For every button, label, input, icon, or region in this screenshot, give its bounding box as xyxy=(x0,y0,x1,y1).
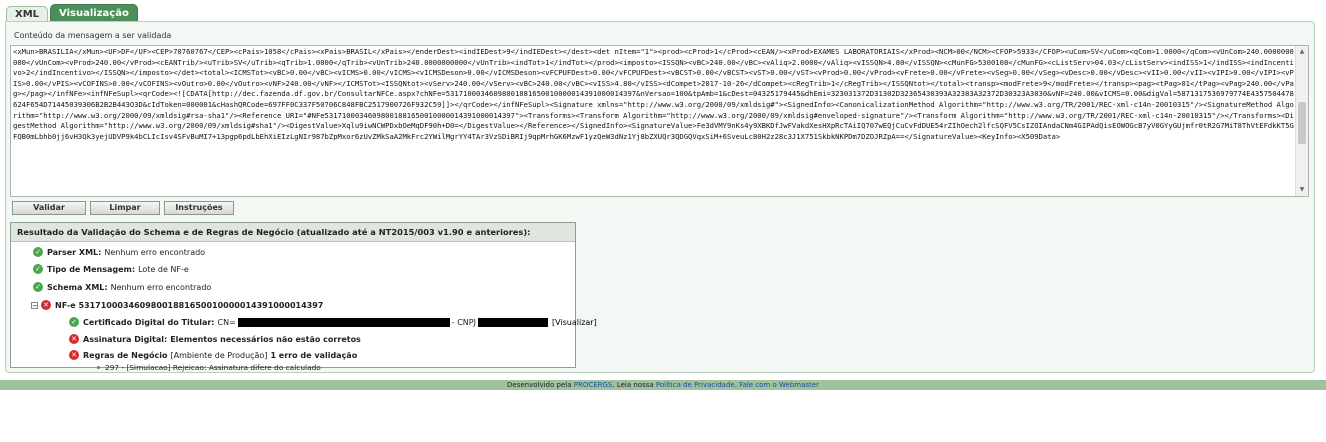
limpar-button[interactable]: Limpar xyxy=(90,201,160,215)
cert-row: ✓ Certificado Digital do Titular: CN= - … xyxy=(69,317,597,327)
x-circle-icon: ✕ xyxy=(41,300,51,310)
footer-dot: . xyxy=(734,381,737,389)
check-circle-icon: ✓ xyxy=(69,317,79,327)
redacted-cnpj xyxy=(477,317,548,327)
x-circle-icon: ✕ xyxy=(69,350,79,360)
schema-value: Nenhum erro encontrado xyxy=(110,282,212,292)
rejeicao-row: 297 - [Simulacao] Rejeicao: Assinatura d… xyxy=(97,363,321,372)
visualizar-link[interactable]: [Visualizar] xyxy=(552,318,597,327)
rejeicao-text: 297 - [Simulacao] Rejeicao: Assinatura d… xyxy=(105,363,321,372)
parser-row: ✓ Parser XML: Nenhum erro encontrado xyxy=(33,247,205,257)
tab-visualizacao[interactable]: Visualização xyxy=(50,4,138,22)
check-circle-icon: ✓ xyxy=(33,282,43,292)
parser-label: Parser XML: xyxy=(47,247,102,257)
check-circle-icon: ✓ xyxy=(33,247,43,257)
cert-label: Certificado Digital do Titular: xyxy=(83,317,215,327)
regras-row: ✕ Regras de Negócio [Ambiente de Produçã… xyxy=(69,350,360,360)
regras-count: 1 erro de validação xyxy=(270,350,358,360)
cert-cn: CN= xyxy=(217,317,236,327)
parser-value: Nenhum erro encontrado xyxy=(104,247,206,257)
footer: Desenvolvido pela PROCERGS. Leia nossa P… xyxy=(0,380,1326,390)
cert-cnpj: - CNPJ xyxy=(451,317,476,327)
x-circle-icon: ✕ xyxy=(69,334,79,344)
instrucoes-button[interactable]: Instruções xyxy=(164,201,234,215)
scroll-down-arrow-icon[interactable]: ▼ xyxy=(1296,184,1308,196)
nfe-row: − ✕ NF-e 5317100034609800188165001000001… xyxy=(31,300,326,310)
tipo-label: Tipo de Mensagem: xyxy=(47,264,136,274)
assinatura-row: ✕ Assinatura Digital: Elementos necessár… xyxy=(69,334,364,344)
assinatura-value: Elementos necessários não estão corretos xyxy=(170,334,361,344)
bullet-icon xyxy=(97,366,100,369)
xml-scrollbar[interactable]: ▲ ▼ xyxy=(1295,46,1308,196)
validation-result-box: Resultado da Validação do Schema e de Re… xyxy=(10,222,597,372)
footer-prefix: Desenvolvido pela xyxy=(507,381,572,389)
tree-collapse-icon[interactable]: − xyxy=(31,301,38,309)
main-panel: Conteúdo da mensagem a ser validada <xMu… xyxy=(5,21,1315,373)
assinatura-label: Assinatura Digital: xyxy=(83,334,168,344)
scroll-thumb[interactable] xyxy=(1298,102,1306,144)
schema-label: Schema XML: xyxy=(47,282,108,292)
webmaster-link[interactable]: Fale com o Webmaster xyxy=(739,381,819,389)
result-title: Resultado da Validação do Schema e de Re… xyxy=(11,223,575,242)
validar-button[interactable]: Validar xyxy=(12,201,86,215)
xml-content[interactable]: <xMun>BRASILIA</xMun><UF>DF</UF><CEP>707… xyxy=(13,47,1296,142)
regras-label: Regras de Negócio xyxy=(83,350,168,360)
content-label: Conteúdo da mensagem a ser validada xyxy=(14,31,172,40)
footer-middle: . Leia nossa xyxy=(612,381,654,389)
redacted-cn xyxy=(237,317,450,327)
check-circle-icon: ✓ xyxy=(33,264,43,274)
nfe-label: NF-e 53171000346098001881650010000014391… xyxy=(55,300,324,310)
privacy-link[interactable]: Política de Privacidade xyxy=(656,381,735,389)
tipo-row: ✓ Tipo de Mensagem: Lote de NF-e xyxy=(33,264,189,274)
tab-xml[interactable]: XML xyxy=(6,6,49,22)
schema-row: ✓ Schema XML: Nenhum erro encontrado xyxy=(33,282,211,292)
xml-textarea[interactable]: <xMun>BRASILIA</xMun><UF>DF</UF><CEP>707… xyxy=(10,45,1309,197)
regras-env: [Ambiente de Produção] xyxy=(170,350,268,360)
tab-bar: XML Visualização xyxy=(6,4,138,22)
procergs-link[interactable]: PROCERGS xyxy=(574,381,613,389)
scroll-up-arrow-icon[interactable]: ▲ xyxy=(1296,46,1308,58)
tipo-value: Lote de NF-e xyxy=(138,264,189,274)
